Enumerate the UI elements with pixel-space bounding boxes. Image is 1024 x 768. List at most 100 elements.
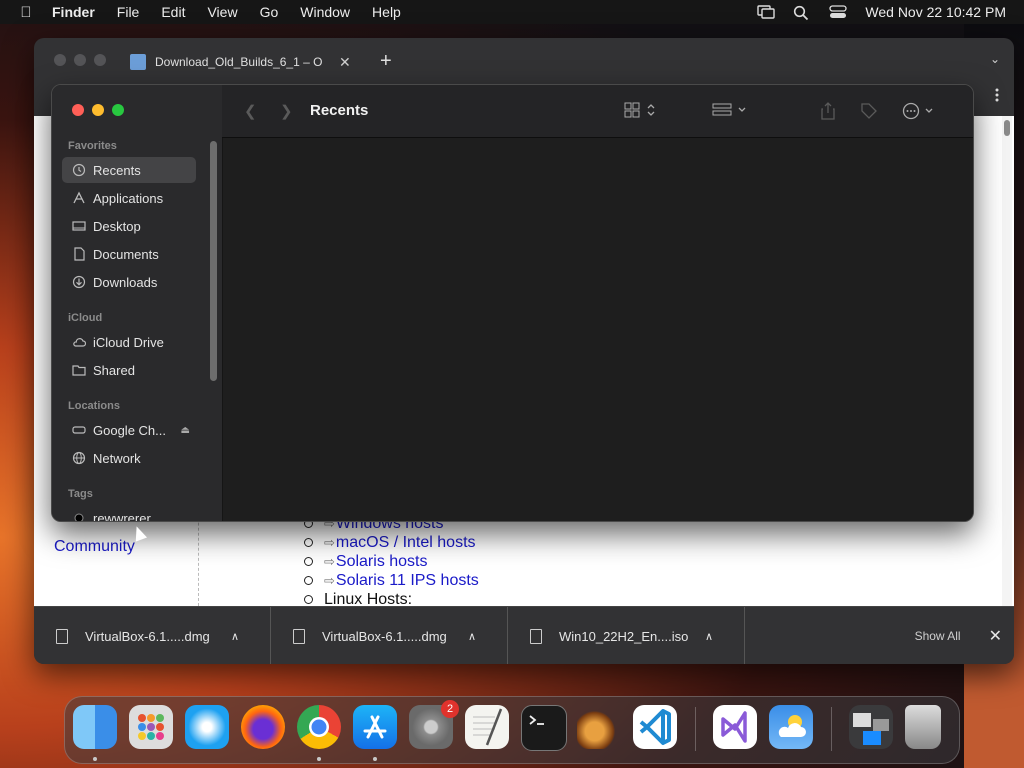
download-item[interactable]: VirtualBox-6.1.....dmg ∧ <box>271 607 508 664</box>
running-indicator <box>317 757 321 761</box>
sidebar-item-google-chrome-volume[interactable]: Google Ch... ⏏ <box>62 417 196 443</box>
finder-zoom-button[interactable] <box>112 104 124 116</box>
menu-view[interactable]: View <box>196 4 248 20</box>
view-grid-icon[interactable] <box>624 102 660 122</box>
finder-close-button[interactable] <box>72 104 84 116</box>
vscode-dock-icon[interactable] <box>633 705 677 749</box>
forward-icon[interactable]: ❯ <box>280 102 293 120</box>
sidebar-item-recents[interactable]: Recents <box>62 157 196 183</box>
download-icon <box>72 275 86 289</box>
sidebar-item-shared[interactable]: Shared <box>62 357 196 383</box>
host-link[interactable]: Solaris 11 IPS hosts <box>336 572 479 590</box>
sidebar-section-tags: Tags <box>68 488 93 500</box>
sidebar-item-label: Recents <box>93 162 141 178</box>
menu-go[interactable]: Go <box>249 4 290 20</box>
page-scrollbar-thumb[interactable] <box>1004 120 1010 136</box>
finder-file-area[interactable] <box>223 138 973 521</box>
chevron-up-icon[interactable]: ∧ <box>231 630 239 643</box>
apple-icon[interactable]:  <box>0 4 52 21</box>
link-arrow-icon: ⇨ <box>324 553 335 569</box>
eject-icon[interactable]: ⏏ <box>181 425 190 436</box>
downloads-stack-dock-icon[interactable] <box>849 705 893 749</box>
show-all-downloads-button[interactable]: Show All <box>915 629 961 643</box>
browser-close-button[interactable] <box>54 54 66 66</box>
chevron-up-icon[interactable]: ∧ <box>468 630 476 643</box>
dock-separator <box>831 707 832 751</box>
download-filename: VirtualBox-6.1.....dmg <box>85 628 210 644</box>
sidebar-item-label: Downloads <box>93 274 158 290</box>
group-by-icon[interactable] <box>712 102 750 122</box>
file-icon <box>530 628 542 644</box>
cloud-icon <box>72 335 87 349</box>
sidebar-item-label: rewwrerer <box>93 510 151 522</box>
menu-help[interactable]: Help <box>361 4 412 20</box>
sidebar-item-label: Google Ch... <box>93 422 166 438</box>
safari-dock-icon[interactable] <box>185 705 229 749</box>
spotlight-search-icon[interactable] <box>793 5 809 21</box>
tag-dot-icon <box>72 511 86 521</box>
sidebar-item-desktop[interactable]: Desktop <box>62 213 196 239</box>
list-item[interactable]: ⇨ Solaris hosts <box>304 552 479 571</box>
visual-studio-dock-icon[interactable] <box>713 705 757 749</box>
launchpad-dock-icon[interactable] <box>129 705 173 749</box>
host-link[interactable]: Solaris hosts <box>336 553 428 571</box>
sidebar-item-label: Desktop <box>93 218 141 234</box>
tab-search-chevron-icon[interactable]: ⌄ <box>990 52 1000 66</box>
list-item[interactable]: ⇨ Solaris 11 IPS hosts <box>304 571 479 590</box>
menu-finder[interactable]: Finder <box>52 4 106 20</box>
firefox-dock-icon[interactable] <box>241 705 285 749</box>
share-icon[interactable] <box>820 102 836 124</box>
chevron-up-icon[interactable]: ∧ <box>705 630 713 643</box>
sidebar-item-network[interactable]: Network <box>62 445 196 471</box>
sidebar-item-tag[interactable]: rewwrerer <box>62 505 196 522</box>
browser-menu-kebab-icon[interactable] <box>990 88 1004 107</box>
notification-badge: 2 <box>441 700 459 718</box>
menu-bar-clock[interactable]: Wed Nov 22 10:42 PM <box>865 4 1006 20</box>
browser-tab[interactable]: Download_Old_Builds_6_1 – O ✕ <box>130 46 366 78</box>
tab-close-icon[interactable]: ✕ <box>339 54 351 71</box>
browser-minimize-button[interactable] <box>74 54 86 66</box>
control-center-icon[interactable] <box>829 5 848 19</box>
finder-minimize-button[interactable] <box>92 104 104 116</box>
textedit-dock-icon[interactable] <box>465 705 509 749</box>
community-link[interactable]: Community <box>54 538 135 556</box>
download-item[interactable]: Win10_22H2_En....iso ∧ <box>508 607 745 664</box>
weather-dock-icon[interactable] <box>769 705 813 749</box>
sidebar-item-icloud-drive[interactable]: iCloud Drive <box>62 329 196 355</box>
finder-dock-icon[interactable] <box>73 705 117 749</box>
page-scrollbar[interactable] <box>1002 116 1012 606</box>
garageband-dock-icon[interactable] <box>577 705 621 749</box>
host-link[interactable]: macOS / Intel hosts <box>336 534 476 552</box>
sidebar-scrollbar[interactable] <box>210 141 217 381</box>
more-actions-icon[interactable] <box>902 102 938 124</box>
sidebar-item-documents[interactable]: Documents <box>62 241 196 267</box>
finder-sidebar: Favorites Recents Applications Desktop D… <box>52 85 223 521</box>
terminal-dock-icon[interactable] <box>521 705 567 751</box>
list-bullet <box>304 595 313 604</box>
download-filename: VirtualBox-6.1.....dmg <box>322 628 447 644</box>
app-store-dock-icon[interactable] <box>353 705 397 749</box>
dock: 2 <box>64 696 960 764</box>
close-icon[interactable]: ✕ <box>989 626 1002 646</box>
back-icon[interactable]: ❮ <box>244 102 257 120</box>
sidebar-section-locations: Locations <box>68 400 120 412</box>
browser-zoom-button[interactable] <box>94 54 106 66</box>
sidebar-item-applications[interactable]: Applications <box>62 185 196 211</box>
disk-icon <box>72 423 86 437</box>
list-item[interactable]: ⇨ macOS / Intel hosts <box>304 533 479 552</box>
sidebar-item-downloads[interactable]: Downloads <box>62 269 196 295</box>
menu-window[interactable]: Window <box>289 4 361 20</box>
menu-edit[interactable]: Edit <box>150 4 196 20</box>
sidebar-item-label: Documents <box>93 246 159 262</box>
tag-icon[interactable] <box>860 102 878 124</box>
screen-mirroring-icon[interactable] <box>757 5 776 19</box>
sidebar-item-label: iCloud Drive <box>93 334 164 350</box>
download-item[interactable]: VirtualBox-6.1.....dmg ∧ <box>34 607 271 664</box>
new-tab-button[interactable]: + <box>380 50 392 73</box>
finder-window-controls <box>72 104 124 116</box>
virtualbox-favicon-icon <box>130 54 146 70</box>
trash-dock-icon[interactable] <box>905 705 941 749</box>
menu-file[interactable]: File <box>106 4 151 20</box>
chrome-dock-icon[interactable] <box>297 705 341 749</box>
sidebar-item-label: Network <box>93 450 141 466</box>
